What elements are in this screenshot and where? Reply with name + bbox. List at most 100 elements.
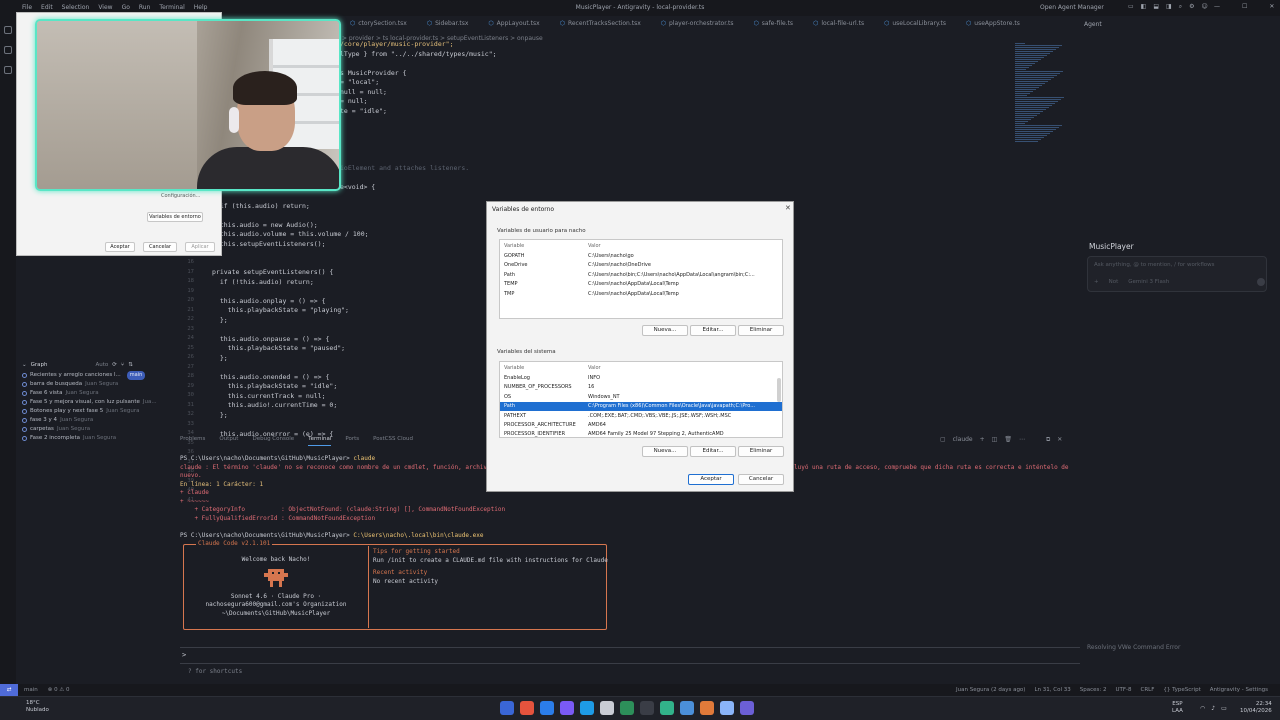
maximize-panel-icon[interactable]: ⧉: [1046, 436, 1050, 444]
env-var-row[interactable]: Path C:\Users\nacho\bin;C:\Users\nacho\Ap…: [500, 271, 782, 280]
planning-mode[interactable]: Not: [1109, 279, 1119, 285]
status-item[interactable]: {} TypeScript: [1163, 687, 1200, 693]
cancel-button[interactable]: Cancelar: [738, 474, 784, 485]
sidebar-toggle-icon[interactable]: ◧: [1141, 3, 1147, 11]
explorer-icon[interactable]: [4, 26, 12, 34]
graph-commit[interactable]: Fase 2 incompleta Juan Segura: [22, 434, 172, 443]
discord-icon[interactable]: [560, 701, 574, 715]
new-user-var-button[interactable]: Nueva...: [642, 325, 688, 336]
status-item[interactable]: CRLF: [1141, 687, 1155, 693]
more-icon[interactable]: ⋯: [1019, 436, 1025, 444]
source-control-icon[interactable]: [4, 66, 12, 74]
sync-icon[interactable]: ⇅: [128, 362, 133, 368]
graph-commit[interactable]: fase 3 y 4 Juan Segura: [22, 416, 172, 425]
volume-icon[interactable]: ♪: [1211, 705, 1215, 712]
language-indicator[interactable]: ESP LAA: [1172, 701, 1183, 715]
shell-name[interactable]: claude: [953, 436, 973, 444]
graph-commit[interactable]: Botones play y next fase 5 Juan Segura: [22, 407, 172, 416]
clock[interactable]: 22:34 10/04/2026: [1240, 701, 1272, 715]
add-context-button[interactable]: +: [1094, 279, 1099, 285]
panel-tab[interactable]: Problems: [180, 436, 205, 446]
steam-icon[interactable]: [580, 701, 594, 715]
panel-tab[interactable]: PostCSS Cloud: [373, 436, 413, 446]
editor-tab[interactable]: ⬡ RecentTracksSection.tsx: [550, 18, 651, 32]
env-var-row[interactable]: PROCESSOR_IDENTIFIER AMD64 Family 25 Mode…: [500, 430, 782, 437]
panel-tab[interactable]: Debug Console: [252, 436, 294, 446]
chevron-down-icon[interactable]: ⌄: [22, 362, 27, 368]
agent-resolving[interactable]: Resolving VWe Command Error: [1087, 644, 1180, 651]
apply-button[interactable]: Aplicar: [185, 242, 215, 252]
env-var-row[interactable]: OS Windows_NT: [500, 393, 782, 402]
search-icon[interactable]: ⌕: [1179, 3, 1182, 11]
delete-sys-var-button[interactable]: Eliminar: [738, 446, 784, 457]
panel-tab[interactable]: Ports: [345, 436, 359, 446]
start-icon[interactable]: [500, 701, 514, 715]
split-icon[interactable]: ◫: [992, 436, 998, 444]
env-var-row[interactable]: GOPATH C:\Users\nacho\go: [500, 252, 782, 261]
editor-tab[interactable]: ⬡ Sidebar.tsx: [417, 18, 479, 32]
panel-tab[interactable]: Terminal: [308, 436, 332, 446]
delete-user-var-button[interactable]: Eliminar: [738, 325, 784, 336]
env-var-row[interactable]: TEMP C:\Users\nacho\AppData\Local\Temp: [500, 280, 782, 289]
close-icon[interactable]: ✕: [785, 204, 791, 212]
spotify-icon[interactable]: [620, 701, 634, 715]
fetch-icon[interactable]: ⟳: [112, 362, 117, 368]
plus-icon[interactable]: +: [980, 436, 985, 444]
graph-mode[interactable]: Auto: [95, 362, 108, 368]
minimap[interactable]: [1015, 42, 1065, 192]
search-icon[interactable]: [4, 46, 12, 54]
branch-icon[interactable]: ⑂: [121, 362, 124, 368]
graph-commit[interactable]: Recientes y arreglo canciones l... main: [22, 371, 172, 380]
search-icon[interactable]: [600, 701, 614, 715]
system-vars-list[interactable]: Variable Valor EnableLog INFO NUMBER_OF_PR…: [499, 361, 783, 438]
edit-sys-var-button[interactable]: Editar...: [690, 446, 736, 457]
editor-tab[interactable]: ⬡ AppLayout.tsx: [478, 18, 549, 32]
model-select[interactable]: Gemini 3 Flash: [1128, 279, 1169, 285]
editor-tab[interactable]: ⬡ safe-file.ts: [744, 18, 804, 32]
cancel-button[interactable]: Cancelar: [143, 242, 177, 252]
env-var-row[interactable]: EnableLog INFO: [500, 374, 782, 383]
trash-icon[interactable]: 🗑: [1004, 436, 1012, 444]
vscode-icon[interactable]: [740, 701, 754, 715]
close-icon[interactable]: ✕: [1269, 3, 1274, 10]
app-icon[interactable]: [660, 701, 674, 715]
send-icon[interactable]: [1257, 278, 1265, 286]
account-icon[interactable]: ☺: [1201, 3, 1207, 11]
editor-tab[interactable]: ⬡ useAppStore.ts: [956, 18, 1030, 32]
status-item[interactable]: Juan Segura (2 days ago): [956, 687, 1025, 693]
open-agent-manager-link[interactable]: Open Agent Manager: [1040, 4, 1104, 11]
branch-indicator[interactable]: main: [24, 687, 38, 693]
weather-widget[interactable]: 18°C Nublado: [26, 700, 49, 714]
status-item[interactable]: Spaces: 2: [1080, 687, 1107, 693]
graph-commit[interactable]: Fase 6 vista Juan Segura: [22, 389, 172, 398]
close-panel-icon[interactable]: ✕: [1057, 436, 1062, 444]
env-var-row[interactable]: PATHEXT .COM;.EXE;.BAT;.CMD;.VBS;.VBE;.JS…: [500, 412, 782, 421]
layout-icon[interactable]: ▭: [1128, 3, 1134, 11]
env-var-row[interactable]: PROCESSOR_ARCHITECTURE AMD64: [500, 421, 782, 430]
status-item[interactable]: UTF-8: [1115, 687, 1131, 693]
sidebar-right-icon[interactable]: ◨: [1166, 3, 1172, 11]
explorer-icon[interactable]: [540, 701, 554, 715]
env-var-row[interactable]: TMP C:\Users\nacho\AppData\Local\Temp: [500, 290, 782, 299]
editor-tab[interactable]: ⬡ useLocalLibrary.ts: [874, 18, 956, 32]
antigravity-icon[interactable]: [720, 701, 734, 715]
env-vars-button[interactable]: Variables de entorno: [147, 212, 203, 222]
panel-toggle-icon[interactable]: ⬓: [1153, 3, 1159, 11]
editor-tab[interactable]: ⬡ local-file-url.ts: [803, 18, 874, 32]
env-var-row[interactable]: Path C:\Program Files (x86)\Common Files\…: [500, 402, 782, 412]
graph-commit[interactable]: Fase 5 y mejora visual, con luz pulsante…: [22, 398, 172, 407]
terminal-icon[interactable]: [640, 701, 654, 715]
env-var-row[interactable]: NUMBER_OF_PROCESSORS 16: [500, 383, 782, 392]
claude-prompt-input[interactable]: >: [180, 647, 1080, 664]
problems-indicator[interactable]: ⊗ 0 ⚠ 0: [48, 687, 70, 693]
status-item[interactable]: Antigravity - Settings: [1210, 687, 1268, 693]
editor-tab[interactable]: ⬡ player-orchestrator.ts: [651, 18, 744, 32]
user-vars-list[interactable]: Variable Valor GOPATH C:\Users\nacho\go On…: [499, 239, 783, 319]
editor-tab[interactable]: ⬡ ctorySection.tsx: [340, 18, 417, 32]
brave-icon[interactable]: [520, 701, 534, 715]
graph-commit[interactable]: barra de busqueda Juan Segura: [22, 380, 172, 389]
panel-tab[interactable]: Output: [219, 436, 238, 446]
wifi-icon[interactable]: ◠: [1200, 705, 1205, 712]
mail-icon[interactable]: [680, 701, 694, 715]
env-var-row[interactable]: OneDrive C:\Users\nacho\OneDrive: [500, 261, 782, 270]
